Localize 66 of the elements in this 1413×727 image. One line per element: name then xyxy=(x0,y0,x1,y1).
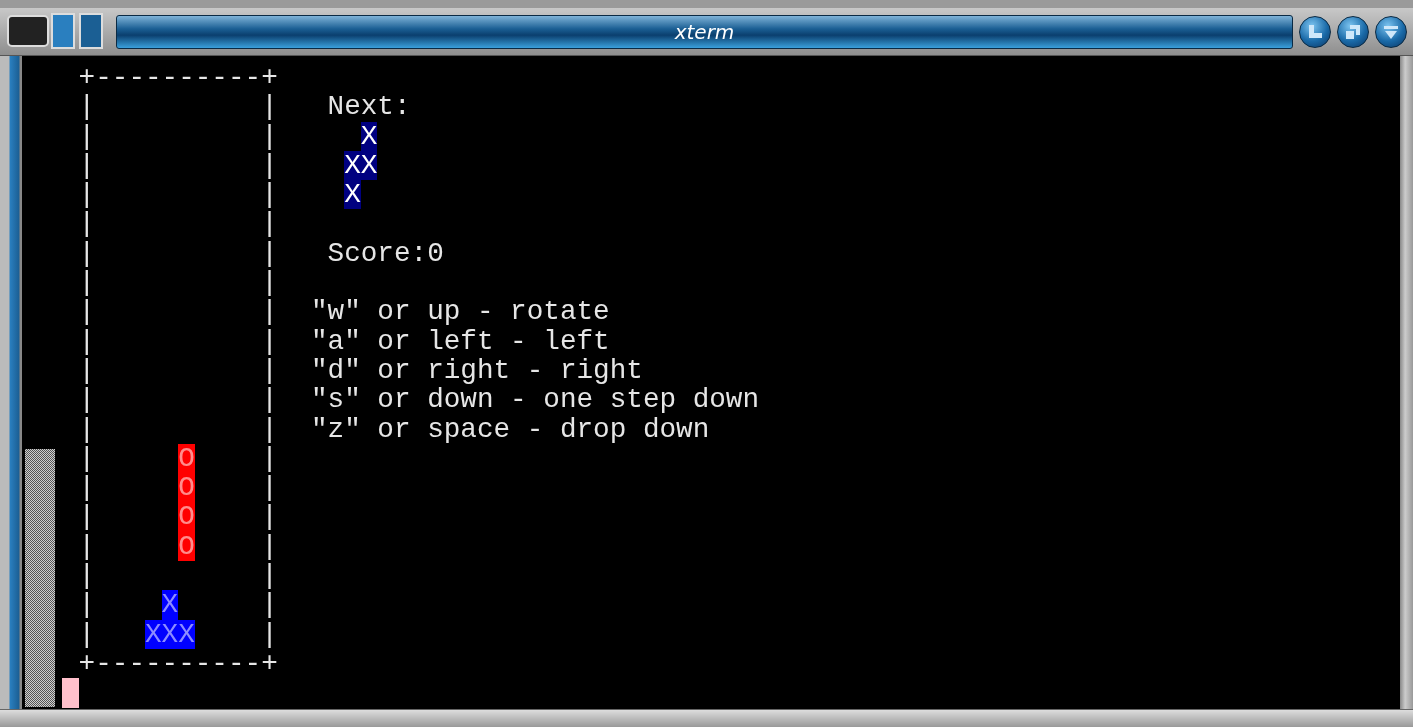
next-piece-block: X xyxy=(360,121,378,151)
board-edge: | xyxy=(261,355,278,386)
board-edge: | xyxy=(78,150,96,181)
board-edge: | xyxy=(78,385,96,415)
tetromino-block: O xyxy=(178,443,195,474)
tetromino-block: O xyxy=(178,473,195,503)
board-edge: | xyxy=(261,561,278,591)
score-text: Score:0 xyxy=(327,238,444,269)
board-edge: | xyxy=(261,238,278,269)
scroll-thumb[interactable] xyxy=(25,449,55,707)
board-edge: | xyxy=(261,502,278,532)
board-edge: | xyxy=(261,531,278,562)
tetromino-block: X xyxy=(161,590,179,620)
board-edge: | xyxy=(261,385,278,415)
board-border: +----------+ xyxy=(78,63,278,93)
corner-arrow-icon xyxy=(1306,22,1324,41)
board-edge: | xyxy=(78,473,96,503)
board-edge: | xyxy=(78,268,96,298)
board-edge: | xyxy=(261,268,278,298)
tetromino-block: X xyxy=(178,619,195,649)
board-edge: | xyxy=(78,92,96,122)
next-piece-block: X xyxy=(344,180,361,210)
board-edge: | xyxy=(78,531,96,562)
board-edge: | xyxy=(78,355,96,386)
board-edge: | xyxy=(261,209,278,239)
next-label: Next: xyxy=(327,92,411,122)
square-arrow-icon xyxy=(1344,22,1362,41)
board-edge: | xyxy=(78,121,96,151)
board-edge: | xyxy=(261,297,278,327)
board-edge: | xyxy=(78,180,96,210)
board-edge: | xyxy=(261,326,278,356)
board-edge: | xyxy=(78,297,96,327)
window-title: xterm xyxy=(674,19,735,44)
board-border: +----------+ xyxy=(78,648,278,679)
board-edge: | xyxy=(78,443,96,474)
board-edge: | xyxy=(261,590,278,620)
help-text: "s" or down - one step down xyxy=(310,385,760,415)
board-edge: | xyxy=(261,443,278,474)
board-edge: | xyxy=(261,121,278,151)
board-edge: | xyxy=(78,414,96,444)
board-edge: | xyxy=(261,150,278,181)
window-control-button[interactable] xyxy=(1299,15,1331,48)
board-edge: | xyxy=(78,590,96,620)
board-edge: | xyxy=(78,502,96,532)
help-text: "w" or up - rotate xyxy=(310,297,610,327)
help-text: "z" or space - drop down xyxy=(310,414,710,444)
window-control-button[interactable] xyxy=(1375,15,1407,48)
help-text: "a" or left - left xyxy=(310,326,610,356)
board-edge: | xyxy=(78,326,96,356)
scroll-bar[interactable] xyxy=(22,56,58,709)
board-edge: | xyxy=(78,238,96,269)
next-piece-block: X xyxy=(344,150,361,181)
tetromino-block: O xyxy=(178,502,195,532)
board-edge: | xyxy=(78,619,96,649)
help-text: "d" or right - right xyxy=(310,355,643,386)
board-edge: | xyxy=(261,619,278,649)
tetromino-block: O xyxy=(178,531,195,562)
tetromino-block: X xyxy=(145,619,162,649)
board-edge: | xyxy=(261,180,278,210)
board-edge: | xyxy=(78,209,96,239)
text-cursor xyxy=(62,678,79,708)
window-control-button[interactable] xyxy=(1337,15,1369,48)
board-edge: | xyxy=(78,561,96,591)
board-edge: | xyxy=(261,414,278,444)
board-edge: | xyxy=(261,92,278,122)
board-edge: | xyxy=(261,473,278,503)
